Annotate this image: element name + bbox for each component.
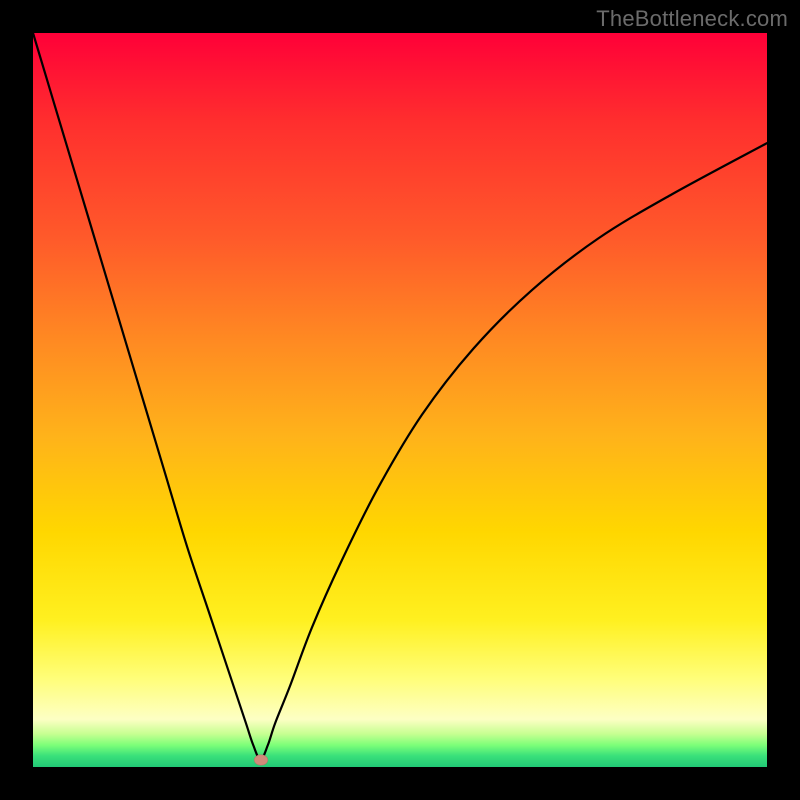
chart-frame: TheBottleneck.com — [0, 0, 800, 800]
curve-line — [33, 33, 767, 767]
plot-area — [33, 33, 767, 767]
bottleneck-marker — [254, 754, 268, 765]
watermark-text: TheBottleneck.com — [596, 6, 788, 32]
